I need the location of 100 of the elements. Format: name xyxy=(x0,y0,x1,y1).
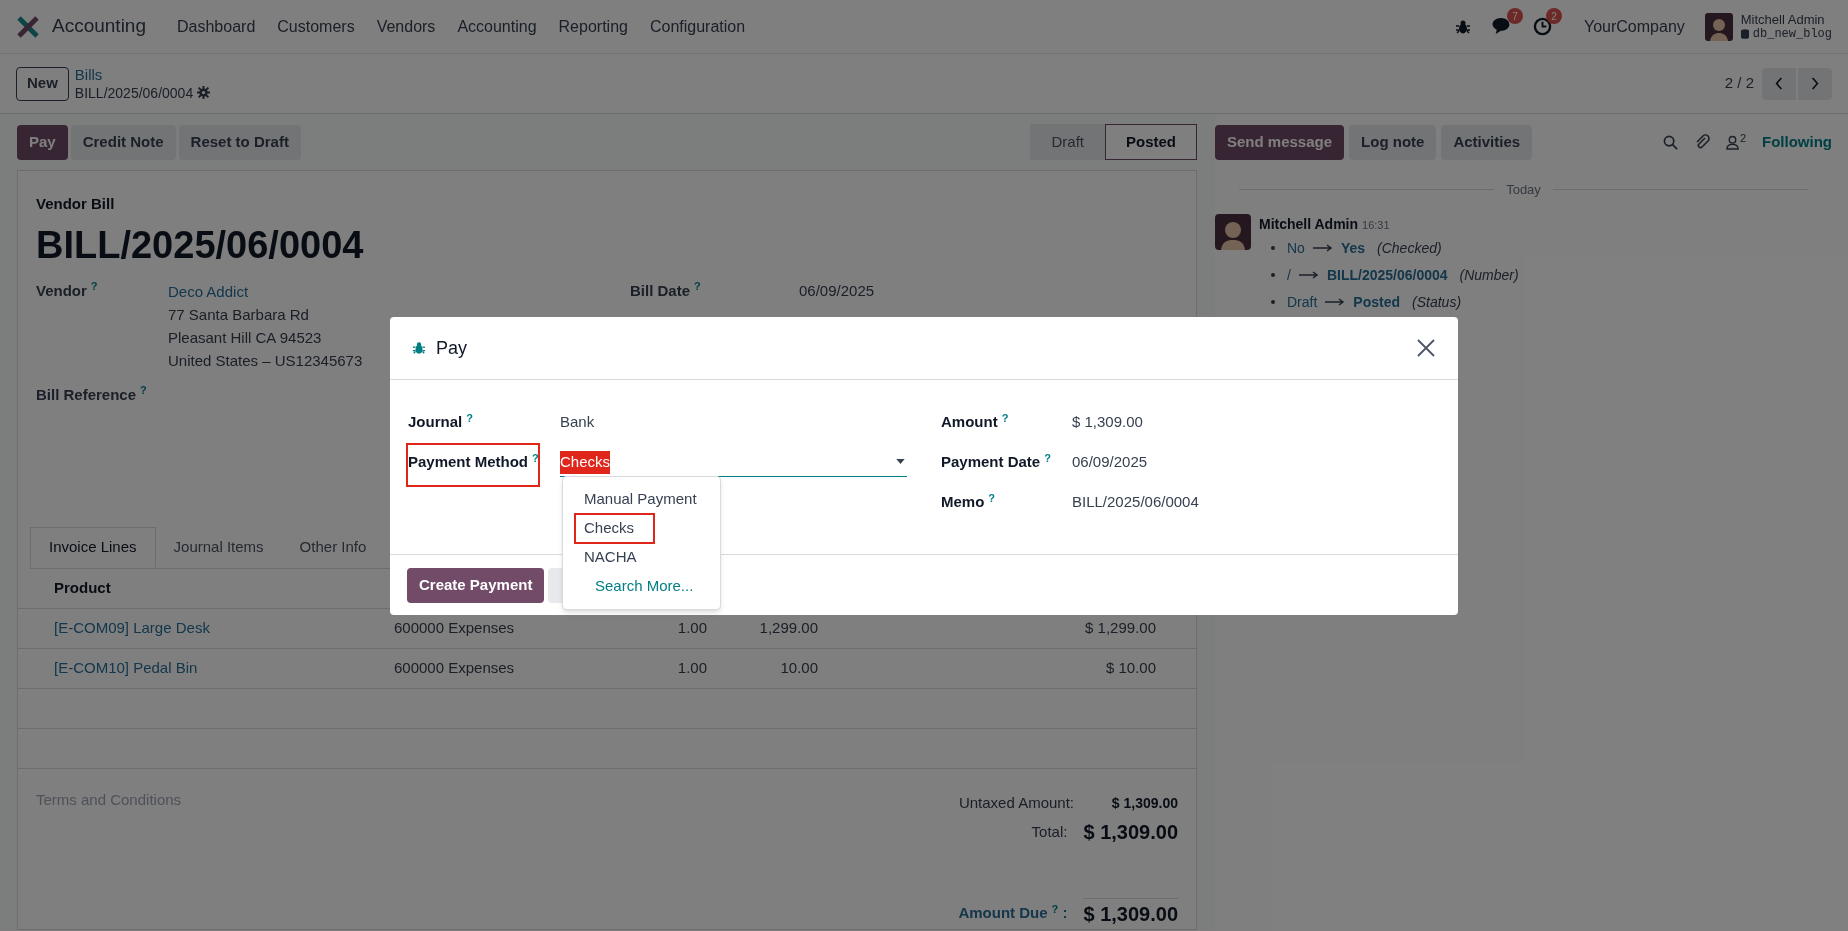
bullet-icon xyxy=(1271,246,1275,250)
field-value: 06/09/2025 xyxy=(799,280,875,301)
chatter-button[interactable]: Log note xyxy=(1349,124,1437,160)
menu-item[interactable]: Dashboard xyxy=(166,14,267,39)
arrow-icon xyxy=(1325,298,1346,306)
notification-badge: 2 xyxy=(1545,8,1562,24)
action-button[interactable]: Pay xyxy=(17,124,68,160)
arrow-icon xyxy=(1312,244,1333,252)
product-link[interactable]: [E-COM09] Large Desk xyxy=(54,617,394,640)
pager-value: 2 / 2 xyxy=(1724,73,1754,94)
settings-icon[interactable] xyxy=(197,86,211,99)
chatter-button[interactable]: Activities xyxy=(1441,124,1533,160)
bullet-icon xyxy=(1271,300,1275,304)
menu-item[interactable]: Accounting xyxy=(446,14,548,39)
help-mark[interactable]: ? xyxy=(1044,451,1051,464)
table-cell-text: 1.00 xyxy=(676,658,707,679)
product-link[interactable]: [E-COM10] Pedal Bin xyxy=(54,657,394,680)
total-label: Amount Due $^{?}$ : xyxy=(958,902,1068,924)
chevron-right-icon xyxy=(1811,77,1819,90)
app-name[interactable]: Accounting xyxy=(52,12,146,41)
dropdown-option[interactable]: Manual Payment xyxy=(563,488,697,511)
field-label: Payment Method $^{?}$ xyxy=(408,451,560,474)
caret-icon xyxy=(896,459,905,464)
document-title: BILL/2025/06/0004 xyxy=(36,222,365,268)
address-line: Pleasant Hill CA 94523 xyxy=(168,327,323,348)
status-step[interactable]: Draft xyxy=(1030,124,1105,160)
clock-icon[interactable] xyxy=(1532,17,1552,36)
select-value: Checks xyxy=(560,451,611,474)
field-label: Journal $^{?}$ xyxy=(408,411,474,432)
table-cell-text: $ 10.00 xyxy=(1104,658,1156,679)
total-value: $ 1,309.00 xyxy=(1083,820,1178,845)
help-mark[interactable]: ? xyxy=(1001,411,1009,424)
menu-item[interactable]: Configuration xyxy=(638,14,757,39)
menu-item[interactable]: Customers xyxy=(266,14,366,39)
database-icon xyxy=(1740,29,1749,39)
date-separator: Today xyxy=(1505,181,1542,199)
help-mark[interactable]: ? xyxy=(988,491,996,504)
old-value: / xyxy=(1287,265,1291,285)
field-value: 06/09/2025 xyxy=(1072,452,1148,472)
chevron-left-icon xyxy=(1775,77,1783,90)
help-mark[interactable]: ? xyxy=(532,451,539,464)
new-button[interactable]: New xyxy=(16,66,69,101)
field-value: Bank xyxy=(560,412,595,432)
search-more-link[interactable]: Search More... xyxy=(563,575,694,598)
address-line: 77 Santa Barbara Rd xyxy=(168,304,310,325)
help-mark[interactable]: ? xyxy=(140,384,147,396)
field-label: Amount $^{?}$ xyxy=(941,411,1010,432)
notification-badge: 7 xyxy=(1506,8,1523,24)
create-payment-button[interactable]: Create Payment xyxy=(407,567,545,603)
column-header: Product xyxy=(54,578,111,599)
tab[interactable]: Other Info xyxy=(281,527,385,568)
dropdown-option[interactable]: NACHA xyxy=(563,546,637,569)
app-logo-icon[interactable] xyxy=(16,14,40,39)
help-mark[interactable]: ? xyxy=(90,280,98,292)
help-mark[interactable]: ? xyxy=(466,411,473,424)
next-button[interactable] xyxy=(1798,67,1832,100)
user-name[interactable]: Mitchell Admin xyxy=(1740,11,1832,27)
menu-item[interactable]: Vendors xyxy=(365,14,447,39)
status-step[interactable]: Posted xyxy=(1105,124,1197,160)
menu-item[interactable]: Reporting xyxy=(547,14,639,39)
bug-icon xyxy=(1454,18,1471,35)
table-cell-text: 1,299.00 xyxy=(758,618,818,639)
table-cell-text: $ 1,299.00 xyxy=(1084,618,1156,639)
action-button[interactable]: Credit Note xyxy=(70,124,176,160)
table-cell-text: 10.00 xyxy=(779,658,818,679)
help-mark[interactable]: ? xyxy=(1051,902,1059,915)
total-label: Untaxed Amount: xyxy=(958,792,1074,813)
old-value: No xyxy=(1287,238,1305,258)
vendor-link[interactable]: Deco Addict xyxy=(168,279,363,303)
company-switcher[interactable]: YourCompany xyxy=(1583,14,1685,39)
field-value: $ 1,309.00 xyxy=(1072,412,1143,432)
breadcrumb-link[interactable]: Bills xyxy=(74,65,211,84)
message-time: 16:31 xyxy=(1362,217,1390,233)
field-label: Vendor $^{?}$ xyxy=(36,279,99,301)
search-icon[interactable] xyxy=(1662,134,1678,150)
close-button[interactable] xyxy=(1416,338,1436,358)
old-value: Draft xyxy=(1287,292,1318,312)
person-icon[interactable] xyxy=(1725,134,1739,150)
arrow-icon xyxy=(1298,271,1319,279)
previous-button[interactable] xyxy=(1762,67,1796,100)
table-cell-text: 600000 Expenses xyxy=(394,618,516,639)
avatar[interactable] xyxy=(1704,12,1733,41)
dropdown-option[interactable]: Checks xyxy=(563,517,635,540)
action-button[interactable]: Reset to Draft xyxy=(178,124,301,160)
tab[interactable]: Journal Items xyxy=(155,527,282,568)
document-type: Vendor Bill xyxy=(36,194,116,214)
new-value: BILL/2025/06/0004 xyxy=(1326,265,1448,285)
avatar xyxy=(1215,213,1251,250)
address-line: United States – US12345673 xyxy=(168,350,363,371)
total-value: $ 1,309.00 xyxy=(1083,898,1178,929)
following-button[interactable]: Following xyxy=(1762,130,1832,154)
followers-count: 2 xyxy=(1739,131,1746,144)
total-value: $ 1,309.00 xyxy=(1110,793,1178,813)
chatter-button[interactable]: Send message xyxy=(1215,124,1345,160)
total-label: Total: xyxy=(1031,821,1068,842)
help-mark[interactable]: ? xyxy=(694,280,701,292)
field-label: Payment Date $^{?}$ xyxy=(941,451,1052,472)
changed-field: (Status) xyxy=(1412,291,1462,313)
tab[interactable]: Invoice Lines xyxy=(30,527,156,568)
message-author: Mitchell Admin xyxy=(1259,214,1359,234)
